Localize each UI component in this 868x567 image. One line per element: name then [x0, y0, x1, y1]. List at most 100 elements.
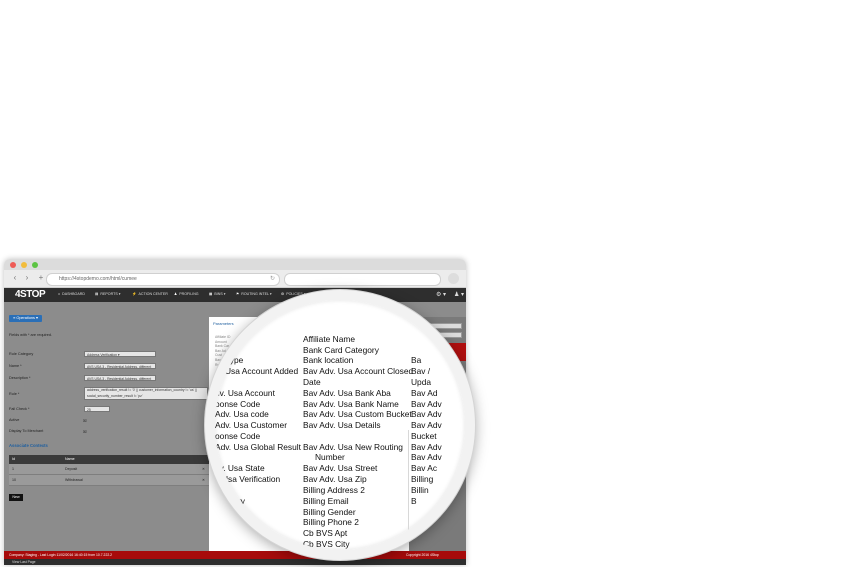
new-button[interactable]: New	[9, 494, 23, 501]
row-id: 1	[12, 467, 14, 471]
magnified-item: r. Usa Verification	[215, 474, 281, 484]
nav-dashboard[interactable]: ⌂ DASHBOARD	[58, 292, 85, 296]
name-input[interactable]: AVS USA 3 - Residential Address, differe…	[84, 363, 156, 369]
magnified-item: Billing Email	[303, 496, 349, 506]
browser-toolbar: ‹ › + https://4stopdemo.com/html/cumee ↻	[4, 270, 466, 288]
bolt-icon: ⚡	[132, 292, 137, 296]
grid-icon: ▦	[209, 292, 213, 296]
magnified-item: Billing Phone 2	[303, 517, 359, 527]
chart-icon: ▤	[95, 292, 99, 296]
magnified-item: Usa Account Added	[225, 366, 299, 376]
magnified-item: Bank location	[303, 355, 354, 365]
magnifier-lens: ɔ type Usa Account Added dv. Usa Account…	[205, 290, 475, 560]
home-icon: ⌂	[58, 292, 61, 296]
field-label: Name *	[9, 364, 22, 368]
row-delete-icon[interactable]: ✕	[202, 464, 205, 474]
table-header-row: Id Name	[9, 455, 209, 464]
browser-search-field[interactable]	[284, 273, 441, 286]
magnified-item: Bav Ac	[411, 463, 438, 473]
magnified-item: Bav Adv	[411, 452, 442, 462]
column-header-name[interactable]: Name	[65, 455, 75, 464]
row-name: Deposit	[65, 467, 78, 471]
field-label: Description *	[9, 376, 31, 380]
magnified-item: Bav Adv. Usa Street	[303, 463, 378, 473]
field-label: Display To Merchant	[9, 429, 44, 433]
magnified-item: Bav Adv. Usa Bank Aba	[303, 388, 391, 398]
settings-menu[interactable]: ⚙ ▾	[436, 291, 446, 298]
rule-line: address_verification_result != '0' || cu…	[87, 388, 197, 392]
forward-button[interactable]: ›	[22, 273, 32, 283]
description-input[interactable]: AVS USA 3 - Residential Address, differe…	[84, 375, 156, 381]
rule-textarea[interactable]: address_verification_result != '0' || cu…	[84, 387, 208, 400]
magnified-item: Bav Adv. Usa Zip	[303, 474, 367, 484]
required-note: Fields with * are required.	[9, 333, 53, 337]
view-last-page-link[interactable]: View Last Page	[12, 559, 36, 565]
magnified-item: Billing Address 2	[303, 485, 365, 495]
magnified-item: Bav Adv. Usa Custom Bucket	[303, 409, 412, 419]
magnified-item: Bav Adv. Usa Account Closed	[303, 366, 414, 376]
nav-profiling[interactable]: ♟ PROFILING	[174, 292, 199, 296]
new-tab-icon[interactable]: +	[36, 273, 46, 283]
nav-routing-intel[interactable]: ⚑ ROUTING INTEL ▾	[236, 292, 272, 296]
nav-reports[interactable]: ▤ REPORTS ▾	[95, 292, 121, 296]
magnified-item: Number	[315, 452, 345, 462]
table-row[interactable]: 10 Withdrawal ✕	[9, 475, 209, 486]
magnified-item: oonse Code	[215, 431, 261, 441]
magnified-item: ɔ type	[221, 355, 244, 365]
magnified-item: dv. Usa Account	[215, 388, 275, 398]
fail-check-input[interactable]: 25	[84, 406, 110, 412]
gear-icon: ⚙	[281, 292, 285, 296]
magnified-item: Bav Adv	[411, 420, 442, 430]
maximize-window-button[interactable]	[32, 262, 38, 268]
magnified-parameters: ɔ type Usa Account Added dv. Usa Account…	[215, 300, 465, 550]
magnified-item: Adv. Usa Customer	[215, 420, 287, 430]
minimize-window-button[interactable]	[21, 262, 27, 268]
rule-category-select[interactable]: Address Verification ▾	[84, 351, 156, 357]
magnified-item: Bav Adv	[411, 409, 442, 419]
operations-button[interactable]: ≡ Operations ▾	[9, 315, 42, 322]
app-logo[interactable]: 4STOP	[15, 289, 46, 300]
magnified-item: Cb BVS City	[303, 539, 350, 549]
rule-line: social_security_number_result != 'pz'	[87, 393, 143, 398]
magnified-item: dv. Usa State	[215, 463, 265, 473]
magnified-item: Adv. Usa Global Result	[215, 442, 301, 452]
column-header-id[interactable]: Id	[12, 455, 15, 464]
display-to-merchant-checkbox[interactable]: ☒	[83, 429, 86, 434]
magnified-divider	[408, 430, 409, 550]
extension-icon[interactable]	[448, 273, 459, 284]
magnified-item: Billin	[411, 485, 429, 495]
nav-action-center[interactable]: ⚡ ACTION CENTER	[132, 292, 168, 296]
flag-icon: ⚑	[236, 292, 240, 296]
magnified-item: Adv. Usa code	[215, 409, 269, 419]
address-bar-url: https://4stopdemo.com/html/cumee	[59, 276, 137, 282]
magnified-item: Cb BVS Apt	[303, 528, 348, 538]
row-id: 10	[12, 478, 16, 482]
field-label: Rule *	[9, 392, 20, 396]
magnified-item: Bucket	[411, 431, 437, 441]
magnified-item: Date	[303, 377, 321, 387]
status-footer: Company: Staging - Last Login 11/02/2016…	[4, 551, 466, 559]
magnified-item: Affiliate Name	[303, 334, 355, 344]
field-label: Fail Check *	[9, 407, 30, 411]
table-row[interactable]: 1 Deposit ✕	[9, 464, 209, 475]
close-window-button[interactable]	[10, 262, 16, 268]
magnified-item: Upda	[411, 377, 432, 387]
nav-bins[interactable]: ▦ BINS ▾	[209, 292, 226, 296]
row-delete-icon[interactable]: ✕	[202, 475, 205, 485]
bottom-bar: View Last Page	[4, 559, 466, 565]
associate-contexts-table: Id Name 1 Deposit ✕ 10 Withdrawal ✕	[9, 455, 209, 486]
magnified-item: Ba	[411, 355, 422, 365]
magnified-item: Bav Adv. Usa Details	[303, 420, 381, 430]
magnified-item: Bav /	[411, 366, 431, 376]
login-info: Company: Staging - Last Login 11/02/2016…	[9, 553, 113, 557]
field-label: Active	[9, 418, 20, 422]
copyright: Copyright 2016 4Stop	[406, 553, 439, 557]
active-checkbox[interactable]: ☒	[83, 418, 86, 423]
magnified-item: ntry	[231, 496, 245, 506]
row-name: Withdrawal	[65, 478, 83, 482]
back-button[interactable]: ‹	[10, 273, 20, 283]
address-bar[interactable]: https://4stopdemo.com/html/cumee ↻	[46, 273, 280, 286]
magnified-item: Bav Ad	[411, 388, 438, 398]
user-menu[interactable]: ♟ ▾	[454, 291, 464, 298]
reload-icon[interactable]: ↻	[270, 274, 275, 285]
